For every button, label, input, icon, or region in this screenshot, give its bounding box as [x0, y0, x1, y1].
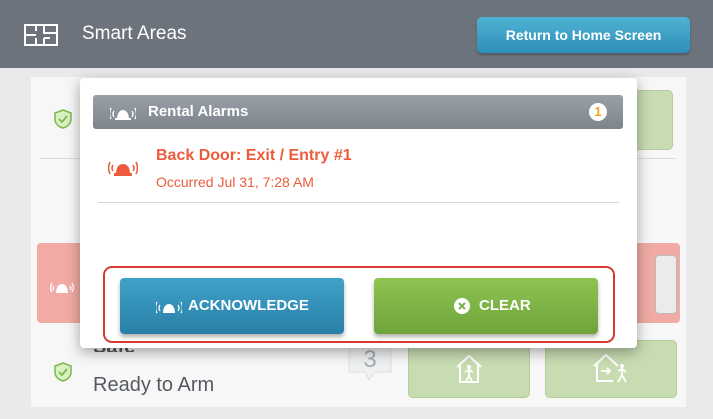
modal-header: Rental Alarms 1 — [93, 95, 623, 129]
modal-title: Rental Alarms — [148, 103, 249, 120]
area-action-tile[interactable] — [655, 255, 677, 314]
clear-button[interactable]: CLEAR — [374, 278, 598, 334]
house-stay-icon — [456, 354, 482, 383]
floorplan-icon — [24, 24, 58, 46]
arm-stay-button[interactable] — [408, 340, 530, 398]
alarm-list-item[interactable]: Back Door: Exit / Entry #1 Occurred Jul … — [100, 138, 618, 202]
alarm-siren-icon — [50, 282, 74, 293]
shield-check-icon — [54, 362, 72, 382]
acknowledge-button[interactable]: ACKNOWLEDGE — [120, 278, 344, 334]
alarm-siren-icon — [156, 301, 182, 314]
area-action-tile[interactable] — [631, 90, 673, 150]
clear-label: CLEAR — [479, 297, 531, 314]
return-home-button[interactable]: Return to Home Screen — [477, 17, 690, 53]
top-header: Smart Areas Return to Home Screen — [0, 0, 713, 68]
sensor-count: 3 — [363, 346, 377, 373]
close-circle-icon — [454, 298, 470, 314]
alarm-title: Back Door: Exit / Entry #1 — [156, 147, 352, 164]
shield-check-icon — [54, 109, 72, 129]
arm-away-button[interactable] — [545, 340, 677, 398]
house-away-icon — [593, 353, 627, 383]
alarm-timestamp: Occurred Jul 31, 7:28 AM — [156, 174, 314, 190]
area-status-detail: Ready to Arm — [93, 374, 215, 396]
alarm-siren-icon — [110, 107, 136, 120]
acknowledge-label: ACKNOWLEDGE — [188, 297, 309, 314]
divider — [98, 202, 619, 203]
page-title: Smart Areas — [82, 23, 187, 44]
alarm-count-badge: 1 — [589, 103, 607, 121]
alarm-siren-icon — [108, 161, 138, 176]
